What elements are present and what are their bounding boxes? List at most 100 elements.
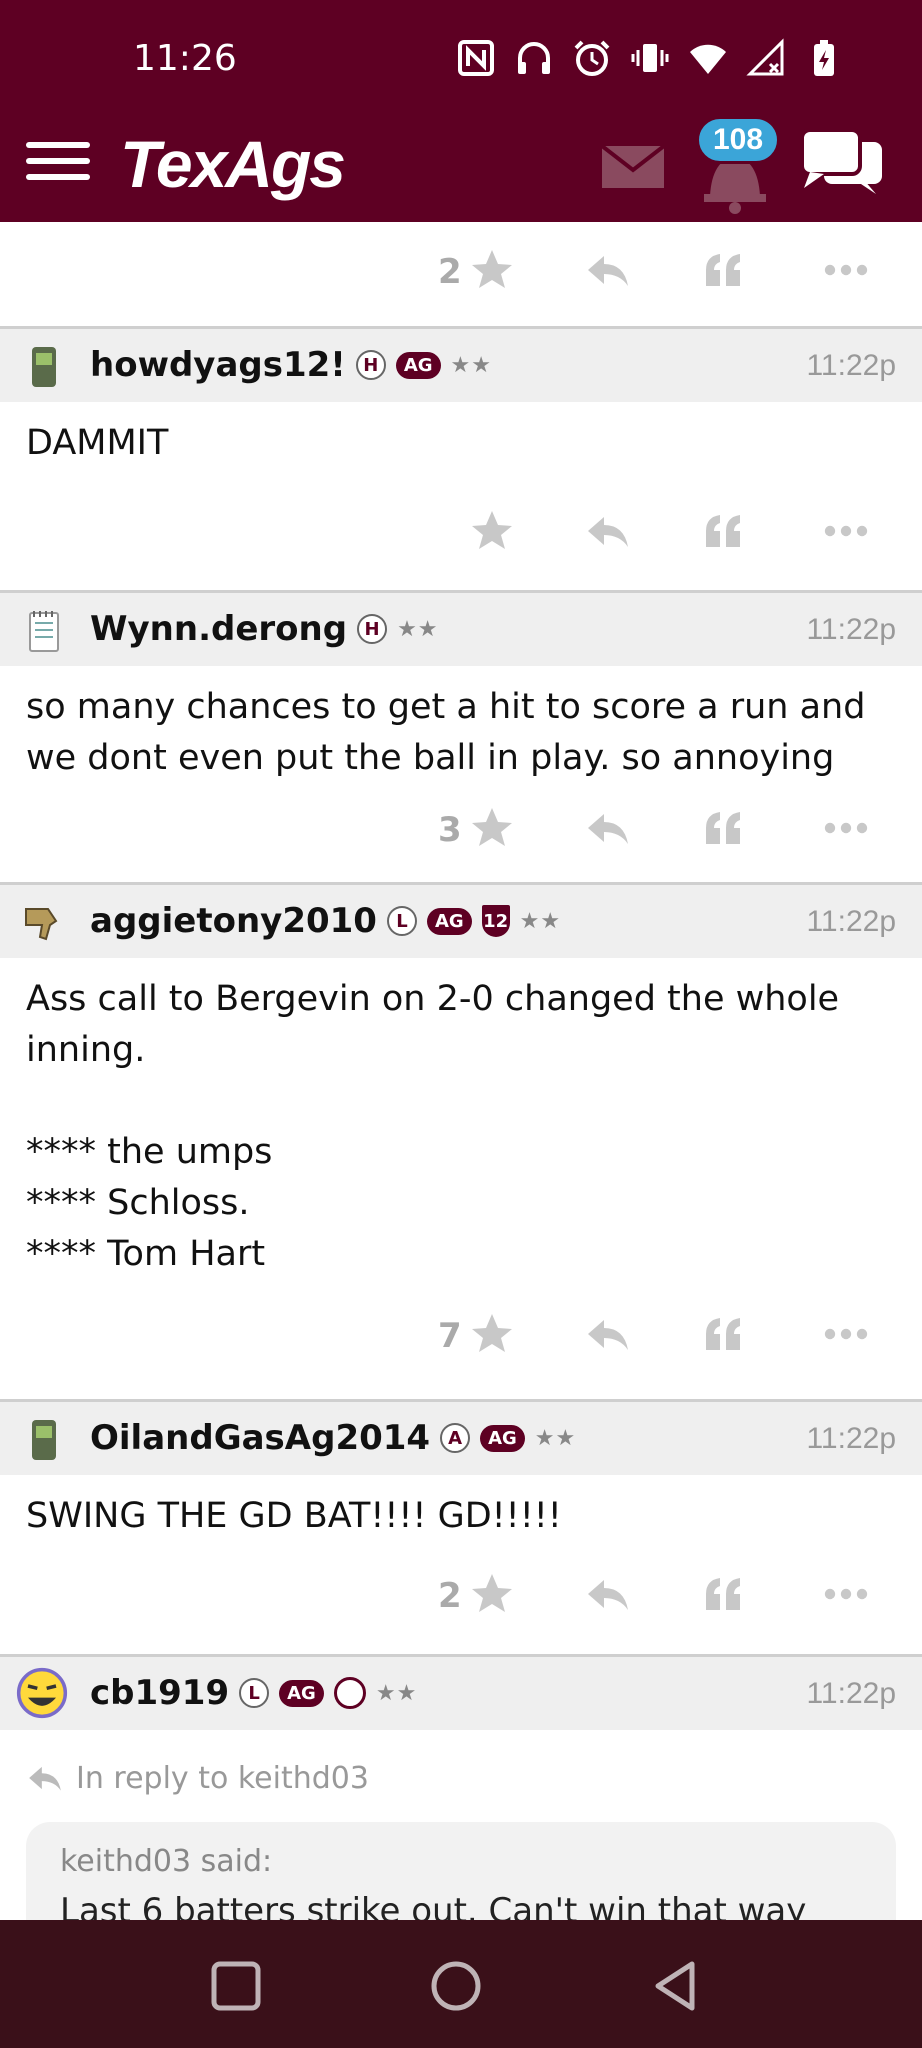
- post-time: 11:22p: [806, 613, 896, 646]
- thumbs-down-icon: [25, 908, 58, 941]
- wifi-icon: [690, 44, 726, 74]
- star-icon[interactable]: [468, 804, 516, 852]
- post-time: 11:22p: [806, 349, 896, 382]
- laughing-emoji-icon: [16, 1667, 68, 1719]
- badge-h: H: [357, 614, 388, 644]
- badge-ag: AG: [426, 907, 472, 935]
- post: OilandGasAg2014 A AG ★★ 11:22p SWING THE…: [0, 1399, 922, 1654]
- post-actions: 2: [0, 222, 922, 326]
- notifications-button[interactable]: 108: [690, 116, 781, 216]
- badge-ag: AG: [279, 1679, 324, 1707]
- status-bar: 11:26: [0, 0, 922, 122]
- rating-stars: ★★: [519, 908, 562, 934]
- post-actions: 2: [0, 1542, 922, 1654]
- status-icons: [456, 38, 844, 78]
- post-time: 11:22p: [806, 1677, 896, 1710]
- username[interactable]: aggietony2010: [90, 901, 377, 941]
- menu-icon[interactable]: [26, 132, 90, 196]
- more-icon[interactable]: [822, 507, 870, 555]
- post-actions: 3: [0, 784, 922, 882]
- post: howdyags12! H AG ★★ 11:22p DAMMIT: [0, 326, 922, 590]
- nfc-icon: [458, 40, 494, 76]
- phone-icon: [32, 1420, 56, 1460]
- badge-l: L: [386, 906, 417, 936]
- mail-icon[interactable]: [602, 142, 664, 190]
- system-nav-bar: [0, 1920, 922, 2048]
- rating-stars: ★★: [534, 1425, 577, 1451]
- post-header: OilandGasAg2014 A AG ★★ 11:22p: [0, 1399, 922, 1475]
- star-count: 2: [438, 1576, 462, 1616]
- more-icon[interactable]: [822, 804, 870, 852]
- star-icon[interactable]: [468, 1570, 516, 1618]
- in-reply-to[interactable]: In reply to keithd03: [0, 1730, 922, 1804]
- badge-ag: AG: [480, 1424, 525, 1452]
- reply-icon: [29, 1766, 61, 1791]
- star-icon[interactable]: [468, 507, 516, 555]
- alarm-icon: [574, 40, 610, 76]
- post-text: inning.: [26, 1030, 146, 1070]
- star-icon[interactable]: [468, 246, 516, 294]
- thread-feed[interactable]: 2 howdyags12! H AG ★★ 11:22p DAMMIT Wynn…: [0, 222, 922, 1920]
- home-icon[interactable]: [426, 1956, 486, 2016]
- post: aggietony2010 L AG 12 ★★ 11:22p Ass call…: [0, 882, 922, 1399]
- post-text: so many chances to get a hit to score a …: [26, 687, 866, 727]
- app-header: TexAgs 108: [0, 116, 922, 222]
- post-body: so many chances to get a hit to score a …: [0, 666, 922, 784]
- rating-stars: ★★: [375, 1680, 418, 1706]
- post-header: cb1919 L AG ★★ 11:22p: [0, 1654, 922, 1730]
- reply-icon[interactable]: [584, 507, 632, 555]
- post-body: DAMMIT: [0, 402, 922, 469]
- badge-a: A: [440, 1423, 471, 1453]
- rating-stars: ★★: [397, 616, 439, 642]
- quote-icon[interactable]: [700, 804, 748, 852]
- status-time: 11:26: [133, 38, 237, 79]
- quoted-post: keithd03 said: Last 6 batters strike out…: [26, 1822, 896, 1920]
- post-actions: 7: [0, 1280, 922, 1399]
- notification-badge: 108: [696, 116, 781, 164]
- more-icon[interactable]: [822, 1310, 870, 1358]
- reply-icon[interactable]: [584, 246, 632, 294]
- username[interactable]: Wynn.derong: [90, 609, 347, 649]
- reply-icon[interactable]: [584, 1570, 632, 1618]
- badge-l: L: [239, 1678, 270, 1708]
- reply-to-label: In reply to keithd03: [76, 1760, 369, 1796]
- quote-author: keithd03 said:: [60, 1844, 273, 1879]
- post-time: 11:22p: [806, 1422, 896, 1455]
- quote-icon[interactable]: [700, 246, 748, 294]
- recents-icon[interactable]: [206, 1956, 266, 2016]
- headphones-icon: [518, 42, 550, 74]
- notepad-icon: [29, 611, 59, 652]
- quote-icon[interactable]: [700, 1570, 748, 1618]
- star-icon[interactable]: [468, 1310, 516, 1358]
- vibrate-icon: [631, 44, 669, 72]
- more-icon[interactable]: [822, 1570, 870, 1618]
- post: cb1919 L AG ★★ 11:22p In reply to keithd…: [0, 1654, 922, 1920]
- username[interactable]: howdyags12!: [90, 345, 346, 385]
- post-header: howdyags12! H AG ★★ 11:22p: [0, 326, 922, 402]
- quote-text: Last 6 batters strike out. Can't win tha…: [60, 1891, 807, 1920]
- star-count: 2: [438, 252, 462, 292]
- chat-icon[interactable]: [800, 128, 884, 198]
- username[interactable]: OilandGasAg2014: [90, 1418, 430, 1458]
- post-body: Ass call to Bergevin on 2-0 changed the …: [0, 958, 922, 1280]
- badge-ag: AG: [395, 351, 441, 379]
- phone-icon: [32, 347, 56, 387]
- badge-h: H: [355, 350, 386, 380]
- post-text: we dont even put the ball in play. so an…: [26, 738, 835, 778]
- star-count: 7: [438, 1316, 462, 1356]
- quote-icon[interactable]: [700, 507, 748, 555]
- reply-icon[interactable]: [584, 804, 632, 852]
- post-header: Wynn.derong H ★★ 11:22p: [0, 590, 922, 666]
- star-count: 3: [438, 810, 462, 850]
- rating-stars: ★★: [450, 352, 492, 378]
- username[interactable]: cb1919: [90, 1673, 229, 1713]
- back-icon[interactable]: [646, 1956, 706, 2016]
- more-icon[interactable]: [822, 246, 870, 294]
- post-text: Ass call to Bergevin on 2-0 changed the …: [26, 979, 840, 1019]
- post-text: SWING THE GD BAT!!!! GD!!!!!: [26, 1496, 562, 1536]
- texags-logo[interactable]: TexAgs: [120, 126, 346, 202]
- reply-icon[interactable]: [584, 1310, 632, 1358]
- post-text: **** Schloss.: [26, 1183, 250, 1223]
- quote-icon[interactable]: [700, 1310, 748, 1358]
